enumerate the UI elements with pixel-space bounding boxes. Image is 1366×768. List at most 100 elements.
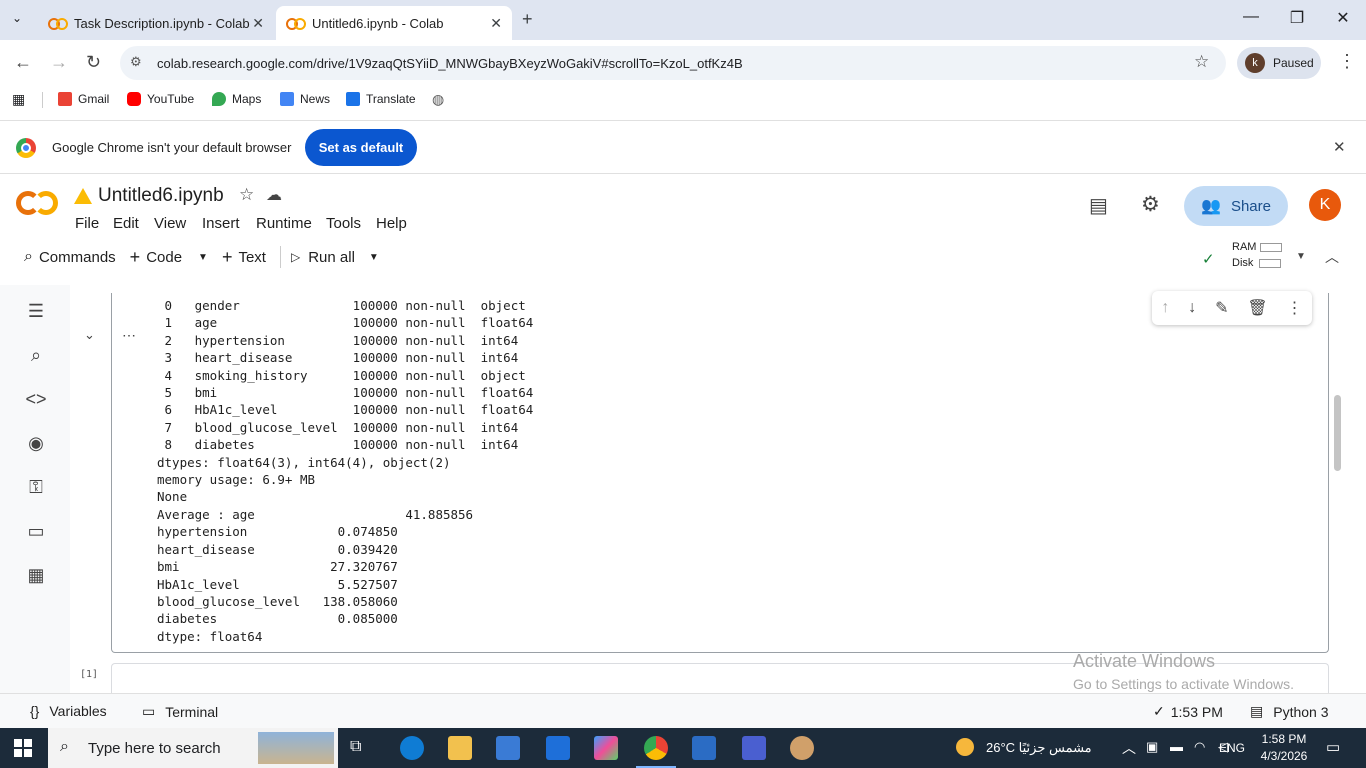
tray-chevron-icon[interactable]: ︿ [1122,738,1136,758]
cloud-saved-icon[interactable]: ☁ [266,185,282,205]
menu-file[interactable]: File [75,215,99,232]
new-tab-button[interactable]: + [522,9,533,30]
resources-chevron-icon[interactable]: ▼ [1296,251,1306,262]
news-icon [280,92,294,106]
menu-help[interactable]: Help [376,215,407,232]
run-all-label: Run all [308,248,355,266]
menu-tools[interactable]: Tools [326,215,361,232]
browser-tab-untitled6[interactable]: Untitled6.ipynb - Colab ✕ [276,6,512,40]
profile-button[interactable]: k Paused [1237,47,1321,79]
search-highlight-image [258,732,334,764]
word-icon[interactable] [692,736,716,760]
variables-inspector-icon[interactable]: ◉ [24,433,48,457]
comments-icon[interactable]: ▤ [1089,193,1108,218]
menu-runtime[interactable]: Runtime [256,215,312,232]
runtime-type[interactable]: ▤ Python 3 [1250,703,1329,720]
tab-search-chevron-icon[interactable]: ⌄ [12,11,22,25]
runtime-label: Python 3 [1273,703,1329,720]
taskbar-search-box[interactable]: ⌕ Type here to search [48,728,338,768]
paint-icon[interactable] [790,736,814,760]
menu-insert[interactable]: Insert [202,215,240,232]
restore-icon[interactable]: ❐ [1274,8,1320,28]
task-view-icon[interactable]: ⧉ [350,738,361,756]
weather-icon[interactable] [956,738,974,756]
profile-status: Paused [1273,56,1314,70]
menu-edit[interactable]: Edit [113,215,139,232]
chevron-down-icon[interactable]: ▼ [198,252,208,263]
edge-browser-icon[interactable] [400,736,424,760]
files-folder-icon[interactable]: ▭ [24,521,48,545]
browser-tab-task-description[interactable]: Task Description.ipynb - Colab ✕ [38,6,274,40]
meet-now-icon[interactable]: ▣ [1146,739,1158,755]
checkmark-icon: ✓ [1153,703,1165,719]
move-cell-up-icon[interactable]: ↑ [1161,299,1169,317]
settings-gear-icon[interactable]: ⚙ [1141,192,1160,217]
menu-view[interactable]: View [154,215,186,232]
variables-button[interactable]: {} Variables [30,703,107,719]
notifications-icon[interactable]: ▭ [1326,738,1340,756]
move-cell-down-icon[interactable]: ↓ [1188,299,1196,317]
address-bar[interactable]: ⚙ colab.research.google.com/drive/1V9zaq… [120,46,1226,80]
add-text-button[interactable]: + Text [222,247,266,268]
disk-meter [1259,258,1282,268]
colab-logo-icon[interactable] [16,191,60,217]
secrets-key-icon[interactable]: ⚿ [24,477,48,501]
collapse-header-icon[interactable]: ︿ [1325,247,1339,267]
reload-icon[interactable]: ↻ [86,52,101,73]
bookmark-translate[interactable]: Translate [346,92,416,106]
browser-menu-icon[interactable]: ⋮ [1338,51,1356,72]
microsoft-365-icon[interactable] [594,736,618,760]
chrome-taskbar-icon[interactable] [644,736,668,760]
variables-label: Variables [49,703,107,719]
close-infobar-icon[interactable]: ✕ [1333,138,1346,156]
bookmark-star-icon[interactable]: ☆ [1194,52,1209,72]
bookmark-news[interactable]: News [280,92,330,106]
add-code-button[interactable]: + Code ▼ [130,247,208,268]
terminal-button[interactable]: ▭ Terminal [142,703,218,720]
edit-cell-icon[interactable]: ✎ [1215,298,1228,318]
notebook-title[interactable]: Untitled6.ipynb [98,185,224,207]
close-window-icon[interactable]: ✕ [1320,8,1366,28]
run-all-button[interactable]: ▷ Run all ▼ [291,249,379,266]
teams-icon[interactable] [742,736,766,760]
close-tab-icon[interactable]: ✕ [252,15,264,32]
bookmark-youtube[interactable]: YouTube [127,92,194,106]
file-explorer-icon[interactable] [448,736,472,760]
find-replace-icon[interactable]: ⌕ [24,345,48,369]
forward-icon[interactable]: → [50,52,68,73]
bookmark-maps[interactable]: Maps [212,92,261,106]
share-button[interactable]: 👥 Share [1184,186,1288,226]
chevron-down-icon[interactable]: ▼ [369,252,379,263]
globe-icon[interactable]: ◍ [432,91,444,108]
battery-icon[interactable]: ▬ [1170,739,1183,754]
notebook-scrollbar[interactable] [1334,395,1341,471]
data-table-icon[interactable]: ▦ [24,565,48,589]
mail-icon[interactable] [546,736,570,760]
resources-indicator[interactable]: ✓ RAM Disk [1198,239,1283,271]
last-run-time[interactable]: ✓ 1:53 PM [1153,703,1223,720]
site-info-icon[interactable]: ⚙ [130,54,142,70]
microsoft-store-icon[interactable] [496,736,520,760]
output-line: diabetes 0.085000 [157,611,398,627]
collapse-output-chevron-icon[interactable]: ⌄ [84,327,95,343]
commands-search-button[interactable]: ⌕ Commands [14,248,116,266]
bookmark-gmail[interactable]: Gmail [58,92,109,106]
wifi-icon[interactable]: ◠ [1194,739,1205,755]
back-icon[interactable]: ← [14,52,32,73]
delete-cell-icon[interactable]: 🗑 [1247,298,1267,318]
output-line: dtypes: float64(3), int64(4), object(2) [157,454,451,470]
close-tab-icon[interactable]: ✕ [490,15,502,32]
more-options-icon[interactable]: ⋮ [1287,298,1303,318]
weather-text[interactable]: 26°C مشمس جزئيًا [986,740,1092,756]
windows-start-icon[interactable] [14,739,32,757]
minimize-icon[interactable]: — [1228,8,1274,26]
apps-grid-icon[interactable]: ▦ [12,91,25,108]
input-language[interactable]: ENG [1219,741,1245,755]
set-as-default-button[interactable]: Set as default [305,129,417,166]
account-avatar[interactable]: K [1309,189,1341,221]
star-notebook-icon[interactable]: ☆ [239,185,254,205]
clock[interactable]: 1:58 PM 4/3/2026 [1258,732,1310,763]
bookmark-label: YouTube [147,92,195,106]
table-of-contents-icon[interactable]: ☰ [24,301,48,325]
code-snippets-icon[interactable]: <> [24,389,48,413]
